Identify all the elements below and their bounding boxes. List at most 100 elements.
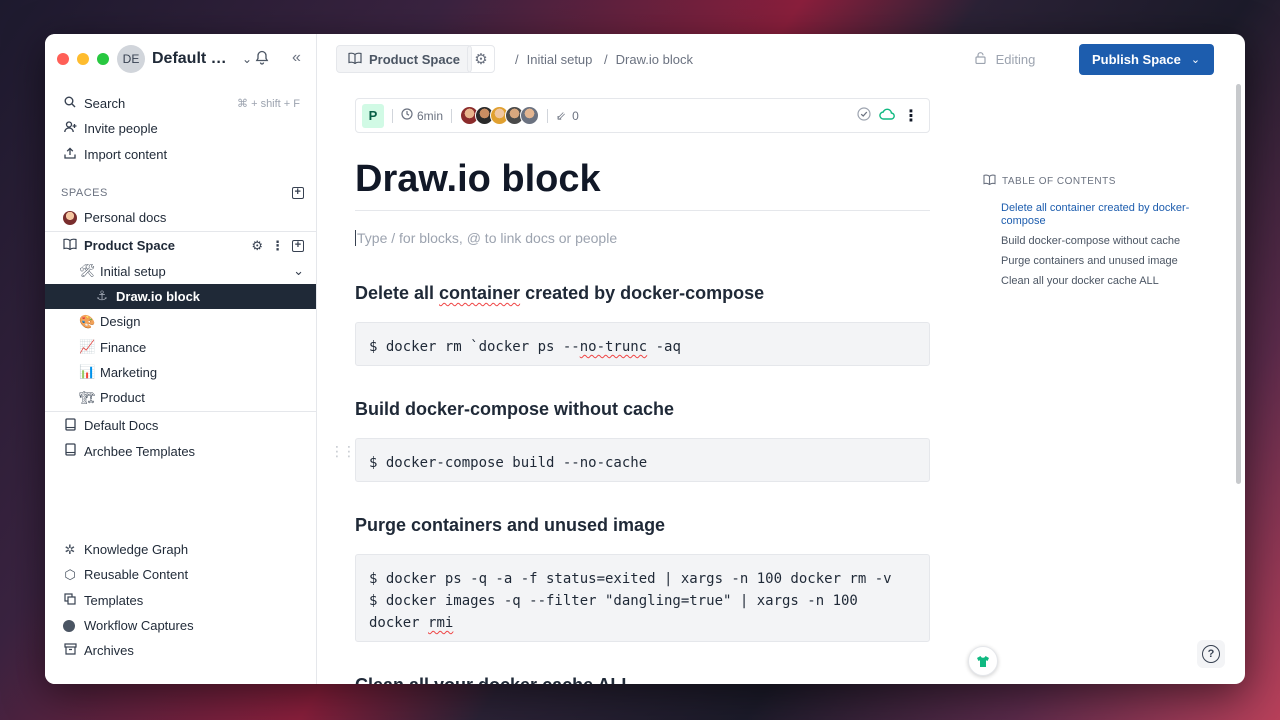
add-space-icon[interactable]: + <box>292 186 304 199</box>
sidebar-item-initial-setup[interactable]: 🛠 Initial setup ⌄ <box>45 258 316 283</box>
code-block[interactable]: $ docker rm `docker ps --no-trunc -aq <box>355 322 930 366</box>
breadcrumb-item[interactable]: Draw.io block <box>616 52 693 67</box>
sidebar-item-label: Templates <box>84 592 144 608</box>
record-icon <box>63 619 75 632</box>
cube-icon: ⬡ <box>64 566 76 582</box>
editing-status[interactable]: Editing <box>975 52 1035 67</box>
sidebar-item-label: Workflow Captures <box>84 618 194 634</box>
book-icon <box>348 52 362 67</box>
help-icon: ? <box>1202 645 1220 663</box>
shirt-icon[interactable] <box>968 646 998 676</box>
invite-people-label: Invite people <box>84 121 158 137</box>
close-window-button[interactable] <box>57 53 69 65</box>
sidebar-item-workflow-captures[interactable]: Workflow Captures <box>45 613 316 638</box>
minimize-window-button[interactable] <box>77 53 89 65</box>
drag-handle-icon[interactable]: ⋮⋮ <box>330 443 356 460</box>
block-input-placeholder[interactable]: Type / for blocks, @ to link docs or peo… <box>355 230 617 246</box>
help-button[interactable]: ? <box>1197 640 1225 668</box>
workspace-avatar[interactable]: DE <box>117 45 145 73</box>
doc-meta-bar: P 6min ⇙ 0 ⋮ <box>355 98 930 133</box>
publish-space-button[interactable]: Publish Space ⌄ <box>1079 44 1214 75</box>
sidebar-item-archbee-templates[interactable]: Archbee Templates <box>45 439 316 464</box>
bar-chart-icon: 📊 <box>79 364 96 380</box>
chevron-down-icon[interactable]: ⌄ <box>293 263 304 279</box>
code-block[interactable]: $ docker-compose build --no-cache <box>355 438 930 482</box>
sidebar-item-label: Draw.io block <box>116 288 201 304</box>
section-heading[interactable]: Delete all container created by docker-c… <box>355 283 764 304</box>
upload-icon <box>63 147 77 162</box>
collapse-sidebar-icon[interactable]: « <box>292 49 301 67</box>
sidebar-item-personal-docs[interactable]: Personal docs <box>45 205 316 230</box>
more-vertical-icon[interactable]: ⋮ <box>903 106 919 126</box>
space-settings-button[interactable]: ⚙ <box>467 45 495 73</box>
toc-item[interactable]: Build docker-compose without cache <box>983 235 1193 248</box>
book-icon <box>983 174 996 188</box>
cloud-icon[interactable] <box>879 108 895 123</box>
window-controls <box>57 53 109 65</box>
code-text: $ docker ps -q -a -f status=exited | xar… <box>369 571 892 587</box>
code-text: $ docker rm `docker ps -- <box>369 339 580 355</box>
sidebar-item-label: Product Space <box>84 238 176 254</box>
sidebar: DE Default D... ⌄ « Search ⌘ + shift + F… <box>45 34 317 684</box>
sidebar-item-marketing[interactable]: 📊 Marketing <box>45 360 316 385</box>
code-text-spellcheck: no-trunc <box>579 339 648 355</box>
chevron-down-icon: ⌄ <box>1190 54 1201 66</box>
sidebar-item-drawio-block[interactable]: ⚓ Draw.io block <box>45 283 316 310</box>
bell-icon[interactable] <box>255 50 269 69</box>
check-circle-icon[interactable] <box>857 107 871 124</box>
gear-icon[interactable]: ⚙ <box>251 238 263 254</box>
heading-text: Delete all <box>355 283 440 303</box>
page-title[interactable]: Draw.io block <box>355 158 601 201</box>
spaces-heading: SPACES + <box>45 181 316 205</box>
import-content-button[interactable]: Import content <box>45 142 316 167</box>
sidebar-item-archives[interactable]: Archives <box>45 638 316 663</box>
doc-icon-badge[interactable]: P <box>362 103 384 128</box>
contributors[interactable] <box>460 106 540 125</box>
divider <box>355 210 930 211</box>
sidebar-item-product-space[interactable]: Product Space ⚙ ⋮ + <box>45 233 316 258</box>
editing-label: Editing <box>995 52 1036 67</box>
space-switcher-button[interactable]: Product Space <box>336 45 473 73</box>
breadcrumb-item[interactable]: Initial setup <box>527 52 593 67</box>
notebook-icon <box>63 418 77 434</box>
avatar <box>520 106 540 125</box>
divider <box>547 108 549 123</box>
maximize-window-button[interactable] <box>97 53 109 65</box>
search-button[interactable]: Search ⌘ + shift + F <box>45 91 316 116</box>
graph-icon: ✲ <box>64 541 76 557</box>
table-of-contents: TABLE OF CONTENTS Delete all container c… <box>983 174 1193 295</box>
sidebar-item-reusable-content[interactable]: ⬡ Reusable Content <box>45 562 316 587</box>
sidebar-item-label: Default Docs <box>84 418 159 434</box>
workspace-name[interactable]: Default D... <box>152 50 234 68</box>
sidebar-item-label: Knowledge Graph <box>84 542 189 558</box>
sidebar-item-product[interactable]: 🏗 Product <box>45 385 316 410</box>
chevron-down-icon[interactable]: ⌄ <box>242 52 252 66</box>
read-time: 6min <box>417 108 444 123</box>
sidebar-item-design[interactable]: 🎨 Design <box>45 309 316 334</box>
sidebar-item-finance[interactable]: 📈 Finance <box>45 334 316 359</box>
sidebar-item-templates[interactable]: Templates <box>45 588 316 613</box>
section-heading[interactable]: Build docker-compose without cache <box>355 399 674 420</box>
invite-people-button[interactable]: Invite people <box>45 116 316 141</box>
breadcrumb: / Initial setup / Draw.io block <box>515 52 693 67</box>
archive-icon <box>63 643 77 658</box>
section-heading[interactable]: Purge containers and unused image <box>355 515 665 536</box>
scrollbar[interactable] <box>1236 84 1241 484</box>
sidebar-item-label: Initial setup <box>100 263 166 279</box>
sidebar-item-label: Personal docs <box>84 210 167 226</box>
link-count: 0 <box>572 108 579 123</box>
add-doc-icon[interactable]: + <box>292 239 304 252</box>
toc-item[interactable]: Purge containers and unused image <box>983 255 1193 268</box>
sidebar-item-label: Archbee Templates <box>84 443 196 459</box>
sidebar-item-knowledge-graph[interactable]: ✲ Knowledge Graph <box>45 537 316 562</box>
sidebar-item-label: Reusable Content <box>84 567 189 583</box>
avatar <box>63 210 77 225</box>
toc-item[interactable]: Clean all your docker cache ALL <box>983 275 1193 288</box>
more-vertical-icon[interactable]: ⋮ <box>271 238 284 254</box>
sidebar-item-default-docs[interactable]: Default Docs <box>45 413 316 438</box>
section-heading[interactable]: Clean all your docker cache ALL <box>355 674 632 684</box>
top-bar: Product Space ⚙ / Initial setup / Draw.io … <box>317 34 1245 84</box>
code-block[interactable]: $ docker ps -q -a -f status=exited | xar… <box>355 554 930 642</box>
divider <box>451 108 453 123</box>
toc-item[interactable]: Delete all container created by docker-c… <box>983 202 1193 228</box>
